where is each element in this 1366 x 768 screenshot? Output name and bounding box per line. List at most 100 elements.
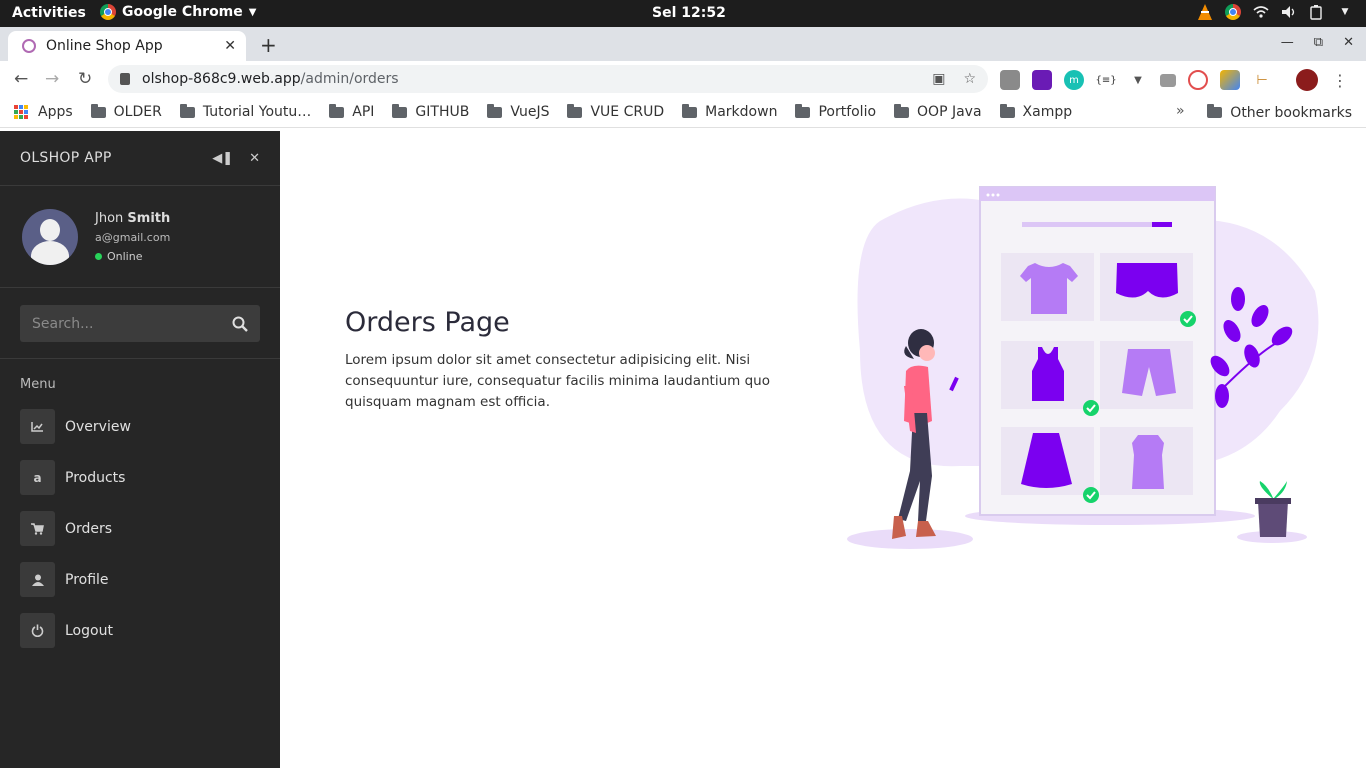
folder-icon <box>392 103 408 118</box>
wifi-icon[interactable] <box>1252 3 1270 21</box>
sidebar-item-label: Orders <box>65 520 113 537</box>
chrome-tray-icon[interactable] <box>1224 3 1242 21</box>
bookmark-folder[interactable]: Tutorial Youtu… <box>179 103 311 120</box>
bookmark-folder[interactable]: Xampp <box>999 103 1073 120</box>
bookmark-folder[interactable]: OOP Java <box>894 103 982 120</box>
bookmark-folder[interactable]: VueJS <box>487 103 550 120</box>
lock-icon[interactable] <box>120 73 130 85</box>
address-bar[interactable]: olshop-868c9.web.app/admin/orders ▣ ☆ <box>108 65 988 93</box>
clock[interactable]: Sel 12:52 <box>652 5 726 21</box>
bookmarks-overflow-button[interactable]: » <box>1176 103 1185 119</box>
folder-icon <box>1207 104 1223 118</box>
activities-button[interactable]: Activities <box>12 5 86 21</box>
page-description: Lorem ipsum dolor sit amet consectetur a… <box>345 352 770 410</box>
window-controls: — ⧉ ✕ <box>1281 35 1354 50</box>
bookmark-folder[interactable]: Markdown <box>682 103 778 120</box>
status-badge: Online <box>95 250 170 263</box>
bookmarks-bar: Apps OLDER Tutorial Youtu… API GITHUB Vu… <box>0 97 1366 128</box>
extension-7-icon[interactable] <box>1188 70 1208 90</box>
vue-devtools-icon[interactable]: ▼ <box>1128 70 1148 90</box>
menu-label: Menu <box>20 377 56 392</box>
url-host: olshop-868c9.web.app <box>142 71 301 87</box>
search-section <box>0 288 280 359</box>
battery-icon[interactable] <box>1308 3 1326 21</box>
sidebar-item-products[interactable]: a Products <box>0 452 280 503</box>
sidebar-item-profile[interactable]: Profile <box>0 554 280 605</box>
cart-icon <box>20 511 55 546</box>
url-path: /admin/orders <box>300 71 399 87</box>
menu-kebab-icon[interactable]: ⋮ <box>1330 70 1350 90</box>
bookmark-star-icon[interactable]: ☆ <box>963 71 976 87</box>
user-icon <box>20 562 55 597</box>
bookmark-label: VUE CRUD <box>590 104 665 120</box>
folder-icon <box>179 103 195 118</box>
bookmark-folder[interactable]: Portfolio <box>795 103 877 120</box>
translate-icon[interactable]: ▣ <box>932 71 945 87</box>
bookmark-label: Apps <box>38 104 73 120</box>
minimize-icon[interactable]: — <box>1281 35 1294 50</box>
sidebar-item-overview[interactable]: Overview <box>0 401 280 452</box>
close-sidebar-icon[interactable]: ✕ <box>249 151 260 166</box>
folder-icon <box>329 103 345 118</box>
close-window-icon[interactable]: ✕ <box>1343 35 1354 50</box>
back-icon[interactable]: ← <box>14 69 28 89</box>
status-text: Online <box>107 249 143 263</box>
forward-icon[interactable]: → <box>45 69 59 89</box>
tab-online-shop[interactable]: Online Shop App ✕ <box>8 31 246 61</box>
new-tab-icon[interactable]: + <box>260 33 277 57</box>
bookmark-label: Xampp <box>1022 104 1073 120</box>
profile-avatar-icon[interactable] <box>1296 69 1318 91</box>
bookmark-label: API <box>352 104 375 120</box>
bookmark-label: Other bookmarks <box>1230 104 1352 121</box>
folder-icon <box>999 103 1015 118</box>
chrome-icon <box>100 4 116 20</box>
camera-icon[interactable] <box>1160 73 1176 87</box>
bookmark-label: GITHUB <box>415 104 470 120</box>
json-extension-icon[interactable]: {≡} <box>1095 70 1116 90</box>
bookmark-other[interactable]: Other bookmarks <box>1207 97 1352 128</box>
extension-9-icon[interactable]: ⊢ <box>1252 70 1272 90</box>
bookmark-apps[interactable]: Apps <box>14 104 73 120</box>
caret-down-icon: ▼ <box>248 6 257 18</box>
extension-1-icon[interactable] <box>1000 70 1020 90</box>
avatar <box>22 208 78 265</box>
folder-icon <box>795 103 811 118</box>
caret-down-icon[interactable]: ▼ <box>1336 3 1354 21</box>
power-icon <box>20 613 55 648</box>
bookmark-folder[interactable]: API <box>329 103 375 120</box>
user-last-name: Smith <box>127 210 171 226</box>
sidebar-item-orders[interactable]: Orders <box>0 503 280 554</box>
main-content: Orders Page Lorem ipsum dolor sit amet c… <box>280 131 1366 768</box>
app-menu-label: Google Chrome <box>122 4 243 20</box>
extensions-area: m {≡} ▼ ⊢ ⋮ <box>1000 69 1350 91</box>
search-input[interactable] <box>32 315 232 332</box>
search-box <box>20 305 260 342</box>
bookmark-label: Portfolio <box>818 104 877 120</box>
user-profile-card: Jhon Smith a@gmail.com Online <box>0 186 280 288</box>
restore-icon[interactable]: ⧉ <box>1314 35 1323 50</box>
bookmark-folder[interactable]: GITHUB <box>392 103 470 120</box>
search-icon[interactable] <box>232 316 248 332</box>
bookmark-label: Markdown <box>705 104 778 120</box>
bookmark-folder[interactable]: OLDER <box>90 103 162 120</box>
folder-icon <box>682 103 698 118</box>
bookmark-label: VueJS <box>510 104 550 120</box>
user-first-name: Jhon <box>95 210 124 226</box>
vlc-icon[interactable] <box>1196 3 1214 21</box>
folder-icon <box>567 103 583 118</box>
extension-8-icon[interactable] <box>1220 70 1240 90</box>
reload-icon[interactable]: ↻ <box>78 69 92 89</box>
sidebar-item-logout[interactable]: Logout <box>0 605 280 656</box>
folder-icon <box>90 103 106 118</box>
apps-grid-icon <box>14 105 28 119</box>
collapse-sidebar-icon[interactable]: ◀❚ <box>212 151 233 166</box>
app-menu[interactable]: Google Chrome ▼ <box>100 4 256 20</box>
extension-m-icon[interactable]: m <box>1064 70 1084 90</box>
volume-icon[interactable] <box>1280 3 1298 21</box>
close-tab-icon[interactable]: ✕ <box>224 38 236 54</box>
folder-icon <box>894 103 910 118</box>
extension-2-icon[interactable] <box>1032 70 1052 90</box>
bookmark-folder[interactable]: VUE CRUD <box>567 103 665 120</box>
chart-icon <box>20 409 55 444</box>
favicon-icon <box>22 39 36 53</box>
